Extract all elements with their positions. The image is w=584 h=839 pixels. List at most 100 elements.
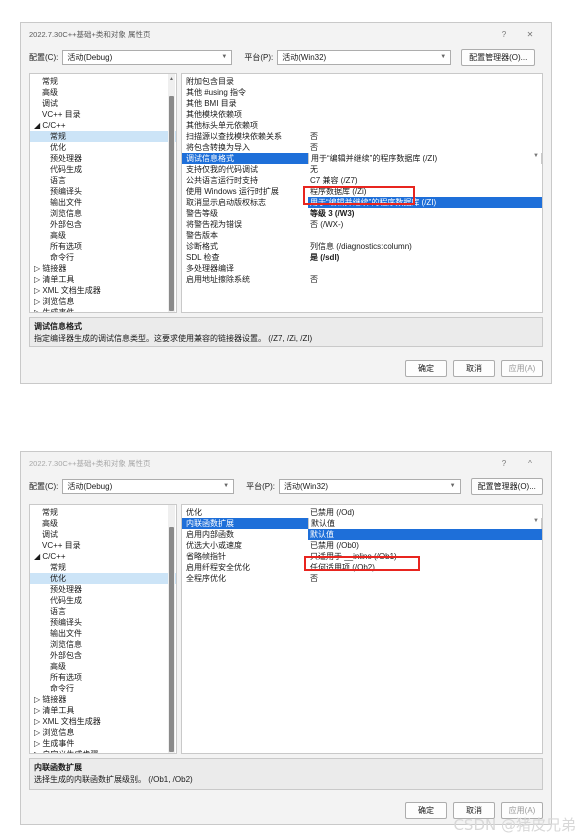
chevron-down-icon[interactable]: ▼ xyxy=(533,153,539,159)
tree-item[interactable]: 高级 xyxy=(30,661,176,672)
tree-item[interactable]: 输出文件 xyxy=(30,628,176,639)
configuration-select[interactable]: 活动(Debug) ▼ xyxy=(62,478,235,494)
property-row[interactable]: 支持仅我的代码调试 无 xyxy=(182,164,542,175)
help-button[interactable]: ? xyxy=(491,459,517,468)
ok-button[interactable]: 确定 xyxy=(405,802,447,819)
tree-item[interactable]: 浏览信息 xyxy=(30,639,176,650)
tree-item[interactable]: 优化 xyxy=(30,573,176,584)
property-value[interactable]: 是 (/sdl) xyxy=(308,252,542,263)
tree-item[interactable]: ▷ 链接器 xyxy=(30,694,176,705)
property-value[interactable]: 否 xyxy=(308,131,542,142)
tree-item[interactable]: ◢ C/C++ xyxy=(30,551,176,562)
tree-item[interactable]: ▷ 自定义生成步骤 xyxy=(30,749,176,753)
property-row[interactable]: 启用纤程安全优化 任何适用项 (/Ob2) xyxy=(182,562,542,573)
tree-item[interactable]: 所有选项 xyxy=(30,241,176,252)
platform-select[interactable]: 活动(Win32) ▼ xyxy=(277,49,452,65)
tree-scroll-thumb[interactable] xyxy=(169,527,174,752)
tree-item[interactable]: VC++ 目录 xyxy=(30,540,176,551)
tree-item[interactable]: 常规 xyxy=(30,507,176,518)
tree-item[interactable]: 预编译头 xyxy=(30,186,176,197)
property-value[interactable] xyxy=(308,263,542,274)
tree-item[interactable]: 外部包含 xyxy=(30,650,176,661)
property-value[interactable]: 否 xyxy=(308,274,542,285)
tree-item[interactable]: 常规 xyxy=(30,131,176,142)
tree-item[interactable]: 优化 xyxy=(30,142,176,153)
property-value[interactable] xyxy=(308,76,542,87)
property-value[interactable]: 否 xyxy=(308,142,542,153)
tree-item[interactable]: 常规 xyxy=(30,562,176,573)
property-row[interactable]: 优化 已禁用 (/Od) xyxy=(182,507,542,518)
close-button[interactable]: ^ xyxy=(517,459,543,468)
tree-item[interactable]: ▷ 清单工具 xyxy=(30,705,176,716)
property-row[interactable]: 取消显示启动版权标志 用于“编辑并继续”的程序数据库 (/ZI) xyxy=(182,197,542,208)
property-row[interactable]: 诊断格式 列信息 (/diagnostics:column) xyxy=(182,241,542,252)
property-row[interactable]: 内联函数扩展 默认值 ▼ xyxy=(182,518,542,529)
configuration-select[interactable]: 活动(Debug) ▼ xyxy=(62,49,233,65)
property-value[interactable]: 默认值 xyxy=(308,529,542,540)
property-value[interactable]: 用于“编辑并继续”的程序数据库 (/ZI) ▼ xyxy=(308,153,542,164)
property-row[interactable]: 调试信息格式 用于“编辑并继续”的程序数据库 (/ZI) ▼ xyxy=(182,153,542,164)
tree-item[interactable]: ▷ XML 文档生成器 xyxy=(30,285,176,296)
tree-item[interactable]: ▷ 生成事件 xyxy=(30,307,176,312)
property-row[interactable]: 启用内部函数 默认值 xyxy=(182,529,542,540)
tree-scroll-thumb[interactable] xyxy=(169,96,174,311)
property-value[interactable]: 列信息 (/diagnostics:column) xyxy=(308,241,542,252)
property-row[interactable]: 警告等级 等级 3 (/W3) xyxy=(182,208,542,219)
tree-item[interactable]: ▷ 浏览信息 xyxy=(30,296,176,307)
scroll-up-icon[interactable]: ▲ xyxy=(169,76,174,82)
apply-button[interactable]: 应用(A) xyxy=(501,360,543,377)
tree-item[interactable]: 代码生成 xyxy=(30,595,176,606)
tree-item[interactable]: ▷ 浏览信息 xyxy=(30,727,176,738)
property-row[interactable]: 全程序优化 否 xyxy=(182,573,542,584)
property-value[interactable] xyxy=(308,120,542,131)
tree-item[interactable]: ◢ C/C++ xyxy=(30,120,176,131)
tree-item[interactable]: 高级 xyxy=(30,230,176,241)
tree-item[interactable]: ▷ 生成事件 xyxy=(30,738,176,749)
property-value[interactable] xyxy=(308,109,542,120)
property-value[interactable]: 用于“编辑并继续”的程序数据库 (/ZI) xyxy=(308,197,542,208)
property-row[interactable]: 启用地址擦除系统 否 xyxy=(182,274,542,285)
property-value[interactable] xyxy=(308,98,542,109)
property-value[interactable]: 已禁用 (/Od) xyxy=(308,507,542,518)
property-value[interactable]: 否 xyxy=(308,573,542,584)
tree-item[interactable]: 调试 xyxy=(30,529,176,540)
configuration-manager-button[interactable]: 配置管理器(O)... xyxy=(461,48,536,66)
tree-item[interactable]: ▷ 清单工具 xyxy=(30,274,176,285)
tree-item[interactable]: 输出文件 xyxy=(30,197,176,208)
tree-item[interactable]: 命令行 xyxy=(30,252,176,263)
property-row[interactable]: 公共语言运行时支持 C7 兼容 (/Z7) xyxy=(182,175,542,186)
tree-item[interactable]: ▷ XML 文档生成器 xyxy=(30,716,176,727)
property-row[interactable]: 其他 BMI 目录 xyxy=(182,98,542,109)
property-value[interactable]: 无 xyxy=(308,164,542,175)
tree-item[interactable]: 预编译头 xyxy=(30,617,176,628)
property-value[interactable]: 否 (/WX-) xyxy=(308,219,542,230)
tree-item[interactable]: 调试 xyxy=(30,98,176,109)
tree-item[interactable]: ▷ 链接器 xyxy=(30,263,176,274)
property-row[interactable]: SDL 检查 是 (/sdl) xyxy=(182,252,542,263)
property-row[interactable]: 其他模块依赖项 xyxy=(182,109,542,120)
cancel-button[interactable]: 取消 xyxy=(453,360,495,377)
tree-item[interactable]: 代码生成 xyxy=(30,164,176,175)
configuration-manager-button[interactable]: 配置管理器(O)... xyxy=(470,477,543,495)
tree-item[interactable]: 高级 xyxy=(30,87,176,98)
tree-item[interactable]: 语言 xyxy=(30,175,176,186)
property-value[interactable]: 等级 3 (/W3) xyxy=(308,208,542,219)
platform-select[interactable]: 活动(Win32) ▼ xyxy=(279,478,461,494)
tree-item[interactable]: 常规 xyxy=(30,76,176,87)
help-button[interactable]: ? xyxy=(491,30,517,39)
tree-item[interactable]: 预处理器 xyxy=(30,153,176,164)
property-row[interactable]: 附加包含目录 xyxy=(182,76,542,87)
tree-item[interactable]: 浏览信息 xyxy=(30,208,176,219)
ok-button[interactable]: 确定 xyxy=(405,360,447,377)
property-value[interactable]: 程序数据库 (/Zi) xyxy=(308,186,542,197)
tree-item[interactable]: VC++ 目录 xyxy=(30,109,176,120)
property-value[interactable]: 任何适用项 (/Ob2) xyxy=(308,562,542,573)
property-row[interactable]: 省略帧指针 只适用于 __inline (/Ob1) xyxy=(182,551,542,562)
property-row[interactable]: 使用 Windows 运行时扩展 程序数据库 (/Zi) xyxy=(182,186,542,197)
property-row[interactable]: 将警告视为错误 否 (/WX-) xyxy=(182,219,542,230)
property-row[interactable]: 扫描源以查找模块依赖关系 否 xyxy=(182,131,542,142)
property-value[interactable] xyxy=(308,87,542,98)
chevron-down-icon[interactable]: ▼ xyxy=(533,518,539,524)
property-row[interactable]: 多处理器编译 xyxy=(182,263,542,274)
property-value[interactable] xyxy=(308,230,542,241)
